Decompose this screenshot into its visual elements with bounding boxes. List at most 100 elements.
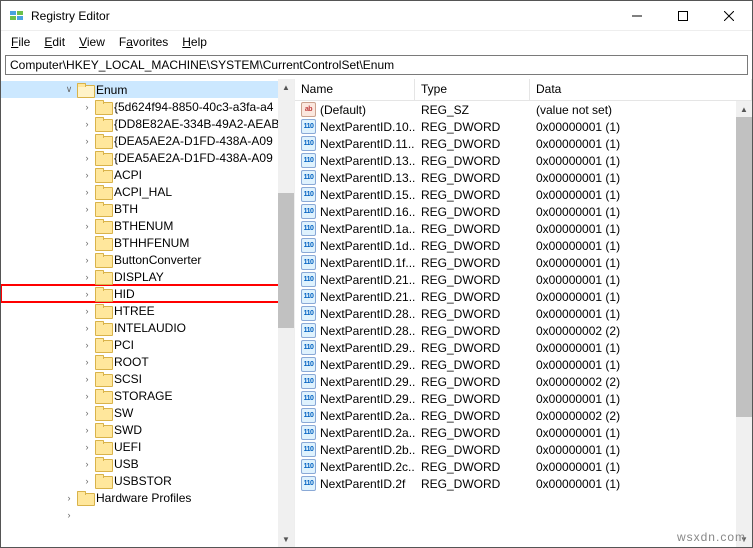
tree-item[interactable]: ›USBSTOR: [1, 472, 294, 489]
value-row[interactable]: 110NextParentID.1f...REG_DWORD0x00000001…: [295, 254, 752, 271]
value-name: NextParentID.29...: [320, 341, 415, 355]
chevron-right-icon[interactable]: ›: [81, 408, 93, 418]
chevron-right-icon[interactable]: ›: [63, 493, 75, 503]
tree-item[interactable]: ›: [1, 506, 294, 523]
scroll-up-icon[interactable]: ▲: [736, 101, 752, 117]
tree-item[interactable]: ›BTHHFENUM: [1, 234, 294, 251]
chevron-right-icon[interactable]: ›: [81, 119, 93, 129]
scroll-down-icon[interactable]: ▼: [278, 531, 294, 547]
tree-item[interactable]: ›HTREE: [1, 302, 294, 319]
chevron-right-icon[interactable]: ›: [81, 204, 93, 214]
value-row[interactable]: 110NextParentID.2c...REG_DWORD0x00000001…: [295, 458, 752, 475]
dword-value-icon: 110: [301, 238, 316, 253]
tree-item[interactable]: ›{5d624f94-8850-40c3-a3fa-a4: [1, 98, 294, 115]
tree-item[interactable]: ›UEFI: [1, 438, 294, 455]
value-row[interactable]: 110NextParentID.13...REG_DWORD0x00000001…: [295, 169, 752, 186]
value-row[interactable]: 110NextParentID.2a...REG_DWORD0x00000001…: [295, 424, 752, 441]
chevron-right-icon[interactable]: ›: [81, 289, 93, 299]
tree-item[interactable]: ›{DD8E82AE-334B-49A2-AEAB: [1, 115, 294, 132]
minimize-button[interactable]: [614, 1, 660, 31]
value-row[interactable]: 110NextParentID.13...REG_DWORD0x00000001…: [295, 152, 752, 169]
chevron-right-icon[interactable]: ›: [81, 238, 93, 248]
tree-item[interactable]: ›BTHENUM: [1, 217, 294, 234]
tree-item[interactable]: ›USB: [1, 455, 294, 472]
value-row[interactable]: 110NextParentID.1a...REG_DWORD0x00000001…: [295, 220, 752, 237]
tree-item[interactable]: ›ACPI_HAL: [1, 183, 294, 200]
value-data: 0x00000001 (1): [530, 222, 752, 236]
tree-item[interactable]: ›ACPI: [1, 166, 294, 183]
chevron-right-icon[interactable]: ›: [81, 459, 93, 469]
menu-favorites[interactable]: Favorites: [113, 33, 174, 51]
tree-item[interactable]: ›DISPLAY: [1, 268, 294, 285]
tree-label: ButtonConverter: [114, 253, 201, 267]
scroll-thumb[interactable]: [278, 193, 294, 328]
scroll-thumb[interactable]: [736, 117, 752, 417]
value-row[interactable]: 110NextParentID.11...REG_DWORD0x00000001…: [295, 135, 752, 152]
tree-item[interactable]: ›SW: [1, 404, 294, 421]
chevron-right-icon[interactable]: ›: [81, 255, 93, 265]
value-row[interactable]: 110NextParentID.29...REG_DWORD0x00000001…: [295, 390, 752, 407]
address-bar[interactable]: Computer\HKEY_LOCAL_MACHINE\SYSTEM\Curre…: [5, 55, 748, 75]
chevron-right-icon[interactable]: ›: [81, 391, 93, 401]
tree-item-enum[interactable]: ∨Enum: [1, 81, 294, 98]
chevron-down-icon[interactable]: ∨: [63, 84, 75, 95]
menu-file[interactable]: File: [5, 33, 36, 51]
value-row[interactable]: 110NextParentID.28...REG_DWORD0x00000002…: [295, 322, 752, 339]
chevron-right-icon[interactable]: ›: [81, 476, 93, 486]
column-type[interactable]: Type: [415, 79, 530, 100]
value-row[interactable]: 110NextParentID.15...REG_DWORD0x00000001…: [295, 186, 752, 203]
menu-edit[interactable]: Edit: [38, 33, 71, 51]
chevron-right-icon[interactable]: ›: [81, 272, 93, 282]
tree-item[interactable]: ›PCI: [1, 336, 294, 353]
chevron-right-icon[interactable]: ›: [81, 221, 93, 231]
value-name: NextParentID.29...: [320, 392, 415, 406]
tree-item[interactable]: ›SCSI: [1, 370, 294, 387]
chevron-right-icon[interactable]: ›: [81, 153, 93, 163]
list-scrollbar[interactable]: ▲ ▼: [736, 101, 752, 547]
chevron-right-icon[interactable]: ›: [81, 442, 93, 452]
value-row[interactable]: 110NextParentID.1d...REG_DWORD0x00000001…: [295, 237, 752, 254]
tree-item[interactable]: ›BTH: [1, 200, 294, 217]
tree-item[interactable]: ›{DEA5AE2A-D1FD-438A-A09: [1, 149, 294, 166]
value-row[interactable]: 110NextParentID.29...REG_DWORD0x00000001…: [295, 339, 752, 356]
value-row[interactable]: 110NextParentID.29...REG_DWORD0x00000002…: [295, 373, 752, 390]
chevron-right-icon[interactable]: ›: [81, 187, 93, 197]
value-row[interactable]: 110NextParentID.10...REG_DWORD0x00000001…: [295, 118, 752, 135]
tree-item[interactable]: › ButtonConverter: [1, 251, 294, 268]
chevron-right-icon[interactable]: ›: [81, 306, 93, 316]
close-button[interactable]: [706, 1, 752, 31]
tree-item[interactable]: ›SWD: [1, 421, 294, 438]
value-row[interactable]: ab(Default)REG_SZ(value not set): [295, 101, 752, 118]
column-data[interactable]: Data: [530, 79, 752, 100]
tree-item[interactable]: ›STORAGE: [1, 387, 294, 404]
value-row[interactable]: 110NextParentID.2a...REG_DWORD0x00000002…: [295, 407, 752, 424]
tree-item[interactable]: ›Hardware Profiles: [1, 489, 294, 506]
tree-item[interactable]: ›HID: [1, 285, 294, 302]
tree-scrollbar[interactable]: ▲ ▼: [278, 79, 294, 547]
chevron-right-icon[interactable]: ›: [81, 102, 93, 112]
chevron-right-icon[interactable]: ›: [81, 425, 93, 435]
column-name[interactable]: Name: [295, 79, 415, 100]
value-row[interactable]: 110NextParentID.21...REG_DWORD0x00000001…: [295, 271, 752, 288]
chevron-right-icon[interactable]: ›: [81, 357, 93, 367]
chevron-right-icon[interactable]: ›: [81, 374, 93, 384]
value-row[interactable]: 110NextParentID.16...REG_DWORD0x00000001…: [295, 203, 752, 220]
tree-item[interactable]: ›INTELAUDIO: [1, 319, 294, 336]
chevron-right-icon[interactable]: ›: [81, 340, 93, 350]
value-row[interactable]: 110NextParentID.2b...REG_DWORD0x00000001…: [295, 441, 752, 458]
tree-item[interactable]: ›ROOT: [1, 353, 294, 370]
maximize-button[interactable]: [660, 1, 706, 31]
value-row[interactable]: 110NextParentID.2fREG_DWORD0x00000001 (1…: [295, 475, 752, 492]
chevron-right-icon[interactable]: ›: [63, 510, 75, 520]
chevron-right-icon[interactable]: ›: [81, 136, 93, 146]
chevron-right-icon[interactable]: ›: [81, 323, 93, 333]
value-row[interactable]: 110NextParentID.29...REG_DWORD0x00000001…: [295, 356, 752, 373]
dword-value-icon: 110: [301, 272, 316, 287]
chevron-right-icon[interactable]: ›: [81, 170, 93, 180]
value-row[interactable]: 110NextParentID.28...REG_DWORD0x00000001…: [295, 305, 752, 322]
menu-view[interactable]: View: [73, 33, 111, 51]
tree-item[interactable]: ›{DEA5AE2A-D1FD-438A-A09: [1, 132, 294, 149]
value-row[interactable]: 110NextParentID.21...REG_DWORD0x00000001…: [295, 288, 752, 305]
scroll-up-icon[interactable]: ▲: [278, 79, 294, 95]
menu-help[interactable]: Help: [176, 33, 213, 51]
